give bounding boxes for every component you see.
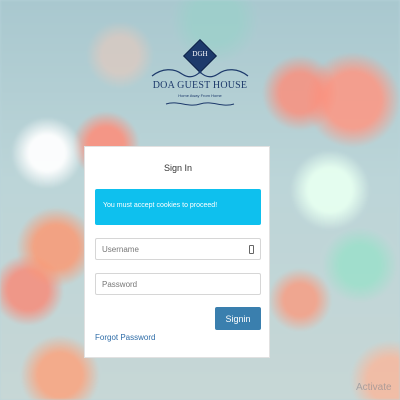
logo-ornament-icon: [151, 69, 249, 78]
logo-underline-ornament-icon: [165, 102, 235, 106]
signin-card: Sign In You must accept cookies to proce…: [84, 146, 270, 358]
cookie-alert: You must accept cookies to proceed!: [95, 189, 261, 225]
forgot-password-link[interactable]: Forgot Password: [95, 333, 155, 342]
username-field[interactable]: [95, 238, 261, 260]
logo-monogram: DGH: [192, 50, 208, 58]
password-input[interactable]: [96, 274, 260, 295]
guest-house-logo: DGH DOA GUEST HOUSE Home Away From Home: [140, 39, 260, 112]
cookie-alert-text: You must accept cookies to proceed!: [103, 202, 218, 209]
signin-title: Sign In: [163, 163, 193, 173]
activate-watermark: Activate: [356, 382, 392, 393]
logo-tagline: Home Away From Home: [178, 93, 222, 98]
username-input[interactable]: [96, 239, 260, 260]
signin-button[interactable]: Signin: [215, 307, 261, 330]
keyboard-icon: [249, 245, 254, 254]
password-field[interactable]: [95, 273, 261, 295]
logo-name: DOA GUEST HOUSE: [152, 80, 248, 91]
